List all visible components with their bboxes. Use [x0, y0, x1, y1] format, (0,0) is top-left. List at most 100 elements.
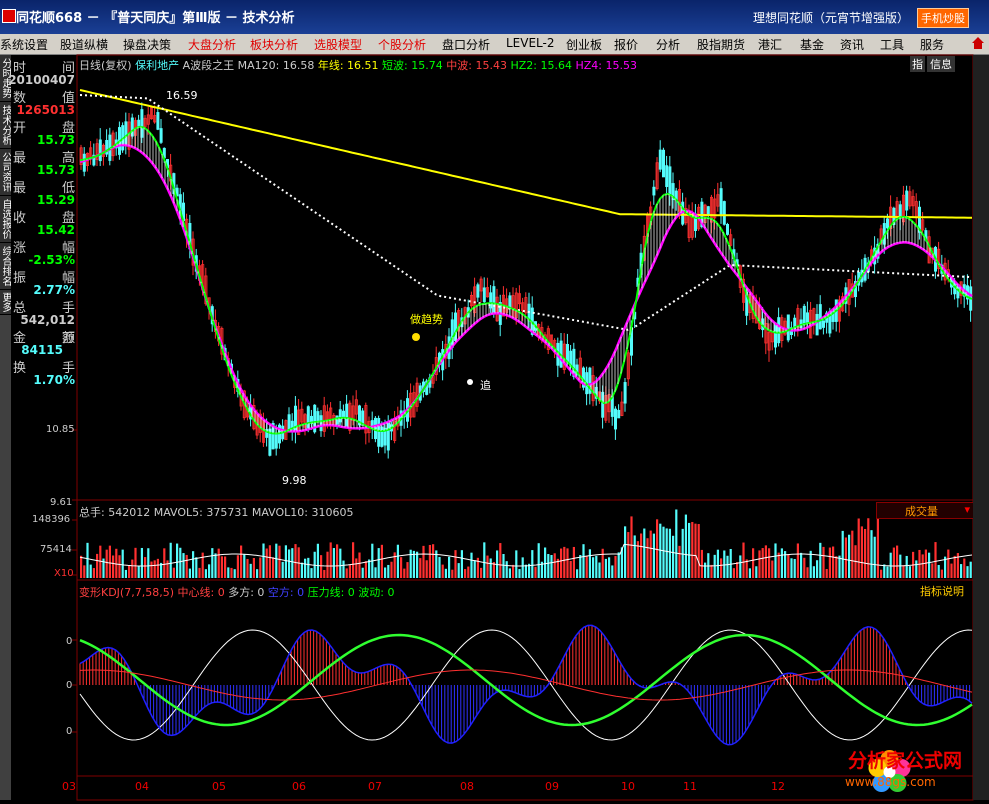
extra-button[interactable]: 指 [910, 56, 925, 72]
volume-bar [886, 566, 889, 578]
volume-bar [627, 532, 630, 578]
volume-bar [169, 542, 172, 578]
month-axis-label: 11 [683, 780, 697, 793]
month-axis-label: 09 [545, 780, 559, 793]
volume-bar [950, 563, 953, 578]
volume-bar [336, 544, 339, 578]
chart-canvas[interactable] [0, 0, 989, 804]
volume-bar [652, 533, 655, 578]
volume-bar [857, 518, 860, 578]
volume-bar [688, 522, 691, 578]
price-candle [815, 313, 819, 336]
volume-bar [220, 556, 223, 578]
kdj-center: 中心线: 0 [177, 586, 225, 599]
price-candle [617, 409, 621, 419]
price-candle [508, 295, 512, 309]
volume-bar [937, 564, 940, 578]
volume-total: 总手: 542012 [79, 506, 151, 519]
volume-bar [448, 556, 451, 578]
volume-bar [963, 558, 966, 578]
volume-bar [214, 553, 217, 578]
volume-bar [684, 514, 687, 578]
volume-bar [828, 547, 831, 578]
annual-ma-line [79, 89, 972, 219]
volume-bar [252, 558, 255, 578]
volume-bar [646, 538, 649, 578]
volume-bar [348, 564, 351, 578]
volume-bar [182, 553, 185, 578]
volume-bar [460, 550, 463, 578]
price-candle [569, 350, 573, 366]
right-scrollbar[interactable] [973, 55, 989, 800]
price-candle [566, 343, 570, 363]
volume-bar [656, 519, 659, 578]
volume-bar [412, 550, 415, 578]
volume-bar [793, 558, 796, 578]
volume-bar [115, 548, 118, 578]
price-candle [719, 188, 723, 216]
volume-bar [678, 545, 681, 578]
kdj-name: 变形KDJ(7,7,58,5) [79, 586, 174, 599]
volume-bar [665, 528, 668, 578]
kdj-wave: 波动: 0 [358, 586, 395, 599]
volume-indicator-select[interactable]: 成交量 ▾ [876, 502, 974, 519]
volume-ma-line [79, 543, 973, 567]
volume-bar [316, 543, 319, 578]
volume-bar [137, 565, 140, 578]
volume-bar [681, 528, 684, 578]
month-axis-label: 07 [368, 780, 382, 793]
volume-bar [358, 552, 361, 578]
price-axis-label: 10.85 [46, 424, 75, 435]
volume-bar [156, 558, 159, 578]
volume-bar [99, 545, 102, 578]
volume-bar [166, 560, 169, 578]
volume-bar [534, 566, 537, 578]
volume-bar [915, 560, 918, 578]
volume-bar [611, 565, 614, 578]
volume-bar [726, 555, 729, 578]
volume-bar [505, 561, 508, 578]
volume-bar [700, 549, 703, 578]
volume-bar [163, 548, 166, 578]
trend-annotation: 做趋势 [410, 313, 443, 326]
volume-bar [134, 547, 137, 578]
price-candle [905, 190, 909, 211]
volume-bar [601, 548, 604, 578]
volume-bar [889, 552, 892, 578]
legend-mid: 中波: 15.43 [446, 59, 507, 72]
volume-bar [595, 555, 598, 578]
volume-bar [755, 566, 758, 578]
info-button[interactable]: 信息 [927, 56, 955, 72]
volume-bar [560, 548, 563, 578]
volume-bar [118, 555, 121, 578]
kdj-axis-label: 0 [66, 636, 73, 647]
volume-bar [633, 535, 636, 578]
price-candle [159, 128, 163, 143]
volume-bar [86, 542, 89, 578]
legend-hz2: HZ2: 15.64 [510, 59, 572, 72]
volume-bar [124, 569, 127, 578]
volume-bar [304, 558, 307, 578]
volume-bar [352, 542, 355, 578]
volume-bar [812, 566, 815, 578]
volume-bar [508, 568, 511, 578]
volume-bar [921, 554, 924, 578]
indicator-help-button[interactable]: 指标说明 [920, 583, 964, 599]
volume-bar [848, 534, 851, 578]
legend-hz4: HZ4: 15.53 [575, 59, 637, 72]
volume-bar [153, 560, 156, 578]
volume-bar [307, 557, 310, 578]
price-candle [777, 317, 781, 344]
volume-bar [883, 564, 886, 578]
volume-bar [272, 557, 275, 578]
volume-bar [185, 554, 188, 578]
volume-bar [524, 564, 527, 578]
volume-bar [515, 550, 518, 578]
low-price-annotation: 9.98 [282, 474, 307, 487]
volume-bar [768, 548, 771, 578]
volume-bar [691, 521, 694, 578]
volume-bar [748, 568, 751, 578]
volume-bar [729, 548, 732, 578]
volume-bar [720, 558, 723, 578]
volume-bar [844, 537, 847, 578]
